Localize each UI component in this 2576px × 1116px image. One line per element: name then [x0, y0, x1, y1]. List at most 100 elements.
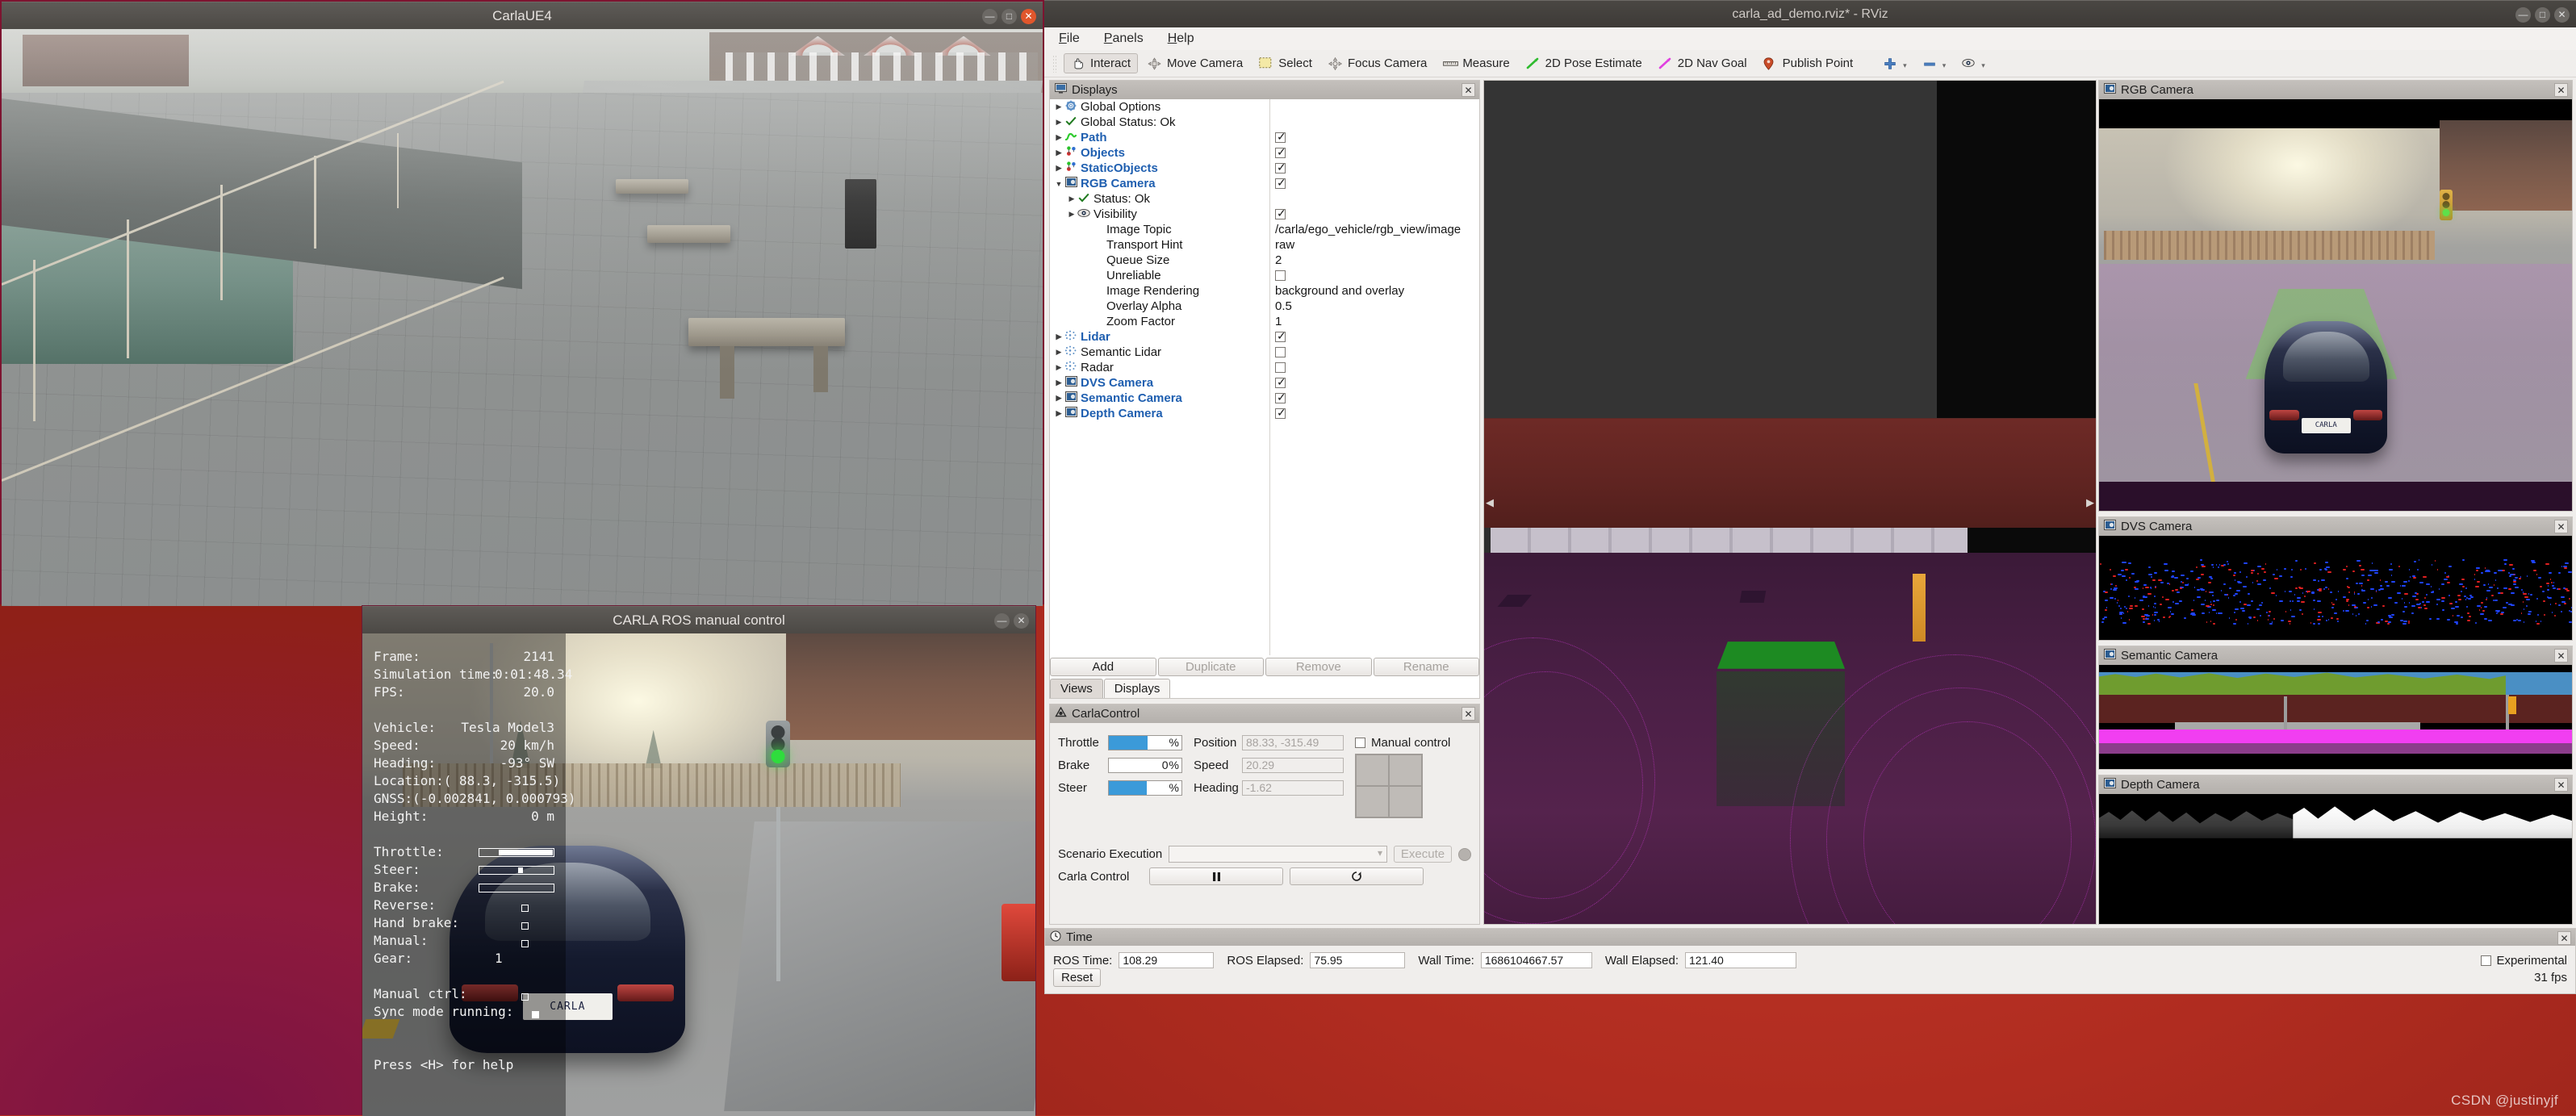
display-tree-item-value[interactable]: [1270, 329, 1479, 345]
ros-elapsed-field[interactable]: 75.95: [1310, 952, 1405, 968]
display-tree-item-value[interactable]: raw: [1270, 237, 1479, 253]
toolbar-grip[interactable]: [1052, 55, 1057, 73]
display-tree-item-value[interactable]: [1270, 360, 1479, 375]
manual-control-viewport[interactable]: CARLA Frame: 2141 Simulation time: 0:01:…: [362, 633, 1035, 1116]
scenario-select[interactable]: [1169, 846, 1387, 863]
display-tree-item[interactable]: ▶Semantic Lidar: [1050, 345, 1269, 360]
brake-progress[interactable]: 0 %: [1108, 758, 1182, 773]
visibility-checkbox[interactable]: [1275, 362, 1286, 373]
pad-down-right[interactable]: [1389, 786, 1422, 817]
close-button[interactable]: ✕: [2554, 7, 2570, 23]
display-tree-item-value[interactable]: 2: [1270, 253, 1479, 268]
display-tree-item[interactable]: ▶Objects: [1050, 145, 1269, 161]
execute-button[interactable]: Execute: [1394, 846, 1452, 863]
menu-item-file[interactable]: File: [1056, 30, 1083, 48]
expand-arrow-icon[interactable]: ▶: [1053, 102, 1064, 111]
display-tree-item-value[interactable]: [1270, 391, 1479, 406]
depth-camera-image[interactable]: [2099, 794, 2572, 924]
display-tree-item-value[interactable]: [1270, 115, 1479, 130]
rgb-camera-image[interactable]: CARLA: [2099, 99, 2572, 511]
display-tree-item-value[interactable]: [1270, 406, 1479, 421]
display-tree-item[interactable]: ▶DVS Camera: [1050, 375, 1269, 391]
visibility-checkbox[interactable]: [1275, 408, 1286, 419]
visibility-checkbox[interactable]: [1275, 347, 1286, 357]
visibility-checkbox[interactable]: [1275, 378, 1286, 388]
step-button[interactable]: [1290, 867, 1424, 885]
display-tree-item[interactable]: Zoom Factor: [1050, 314, 1269, 329]
reset-button[interactable]: Reset: [1053, 968, 1101, 987]
close-icon[interactable]: ✕: [2557, 931, 2571, 945]
experimental-checkbox-row[interactable]: Experimental: [2481, 954, 2567, 968]
pad-up-left[interactable]: [1356, 754, 1389, 786]
close-icon[interactable]: ✕: [1462, 707, 1475, 721]
minimize-button[interactable]: —: [994, 613, 1010, 629]
steer-progress[interactable]: 52 %: [1108, 780, 1182, 796]
expand-arrow-icon[interactable]: ▶: [1066, 194, 1077, 203]
visibility-checkbox[interactable]: [1275, 163, 1286, 173]
experimental-checkbox[interactable]: [2481, 955, 2491, 966]
menu-item-panels[interactable]: Panels: [1101, 30, 1147, 48]
add-button[interactable]: Add: [1050, 658, 1156, 676]
display-tree-item[interactable]: ▶Depth Camera: [1050, 406, 1269, 421]
visibility-checkbox[interactable]: [1275, 209, 1286, 219]
display-tree-item-value[interactable]: background and overlay: [1270, 283, 1479, 299]
dvs-camera-image[interactable]: [2099, 536, 2572, 640]
toolbar-minus-button[interactable]: ▾: [1917, 55, 1953, 73]
toolbar-2d-pose-estimate-button[interactable]: 2D Pose Estimate: [1520, 54, 1649, 73]
wall-time-field[interactable]: 1686104667.57: [1481, 952, 1592, 968]
display-tree-item-value[interactable]: 1: [1270, 314, 1479, 329]
maximize-button[interactable]: □: [2535, 7, 2550, 23]
expand-arrow-icon[interactable]: ▶: [1053, 164, 1064, 173]
toolbar-focus-camera-button[interactable]: Focus Camera: [1322, 54, 1433, 73]
close-icon[interactable]: ✕: [2554, 778, 2568, 792]
expand-arrow-icon[interactable]: ▶: [1053, 118, 1064, 127]
visibility-checkbox[interactable]: [1275, 132, 1286, 143]
maximize-button[interactable]: □: [1002, 9, 1017, 24]
display-tree-item[interactable]: Image Topic: [1050, 222, 1269, 237]
display-tree-item[interactable]: ▶Path: [1050, 130, 1269, 145]
display-tree-item[interactable]: ▶Semantic Camera: [1050, 391, 1269, 406]
display-tree-item[interactable]: Transport Hint: [1050, 237, 1269, 253]
wall-elapsed-field[interactable]: 121.40: [1685, 952, 1796, 968]
collapse-left-handle[interactable]: ◀: [1486, 496, 1494, 509]
toolbar-publish-point-button[interactable]: Publish Point: [1757, 54, 1860, 73]
toolbar-2d-nav-goal-button[interactable]: 2D Nav Goal: [1652, 54, 1754, 73]
display-tree-item[interactable]: ▶StaticObjects: [1050, 161, 1269, 176]
collapse-right-handle[interactable]: ▶: [2086, 496, 2094, 509]
close-button[interactable]: ✕: [1014, 613, 1029, 629]
display-tree-item-value[interactable]: [1270, 130, 1479, 145]
display-tree-item-value[interactable]: /carla/ego_vehicle/rgb_view/image: [1270, 222, 1479, 237]
throttle-progress[interactable]: 53 %: [1108, 735, 1182, 750]
toolbar-plus-button[interactable]: ▾: [1877, 55, 1913, 73]
display-tree-item-value[interactable]: [1270, 268, 1479, 283]
minimize-button[interactable]: —: [982, 9, 997, 24]
expand-arrow-icon[interactable]: ▶: [1053, 133, 1064, 142]
visibility-checkbox[interactable]: [1275, 393, 1286, 403]
semantic-camera-image[interactable]: [2099, 665, 2572, 769]
carla-ue4-titlebar[interactable]: CarlaUE4 — □ ✕: [2, 2, 1043, 29]
toolbar-move-camera-button[interactable]: Move Camera: [1141, 54, 1249, 73]
visibility-checkbox[interactable]: [1275, 270, 1286, 281]
display-tree-item[interactable]: Overlay Alpha: [1050, 299, 1269, 314]
display-tree-item-value[interactable]: [1270, 176, 1479, 191]
display-tree-item-value[interactable]: [1270, 99, 1479, 115]
manual-control-checkbox[interactable]: [1355, 738, 1365, 748]
expand-arrow-icon[interactable]: ▶: [1053, 332, 1064, 341]
expand-arrow-icon[interactable]: ▶: [1053, 363, 1064, 372]
close-button[interactable]: ✕: [1021, 9, 1036, 24]
expand-arrow-icon[interactable]: ▶: [1053, 378, 1064, 387]
close-icon[interactable]: ✕: [2554, 83, 2568, 97]
menu-item-help[interactable]: Help: [1165, 30, 1198, 48]
manual-control-checkbox-row[interactable]: Manual control: [1355, 731, 1450, 754]
display-tree-item[interactable]: Unreliable: [1050, 268, 1269, 283]
carla-ue4-viewport[interactable]: [2, 29, 1043, 606]
display-tree-item[interactable]: ▼RGB Camera: [1050, 176, 1269, 191]
direction-pad[interactable]: [1355, 754, 1423, 818]
visibility-checkbox[interactable]: [1275, 148, 1286, 158]
expand-arrow-icon[interactable]: ▼: [1053, 180, 1064, 188]
expand-arrow-icon[interactable]: ▶: [1053, 348, 1064, 357]
display-tree-item[interactable]: ▶Global Status: Ok: [1050, 115, 1269, 130]
close-icon[interactable]: ✕: [2554, 520, 2568, 533]
toolbar-measure-button[interactable]: Measure: [1436, 54, 1516, 73]
ros-time-field[interactable]: 108.29: [1119, 952, 1214, 968]
